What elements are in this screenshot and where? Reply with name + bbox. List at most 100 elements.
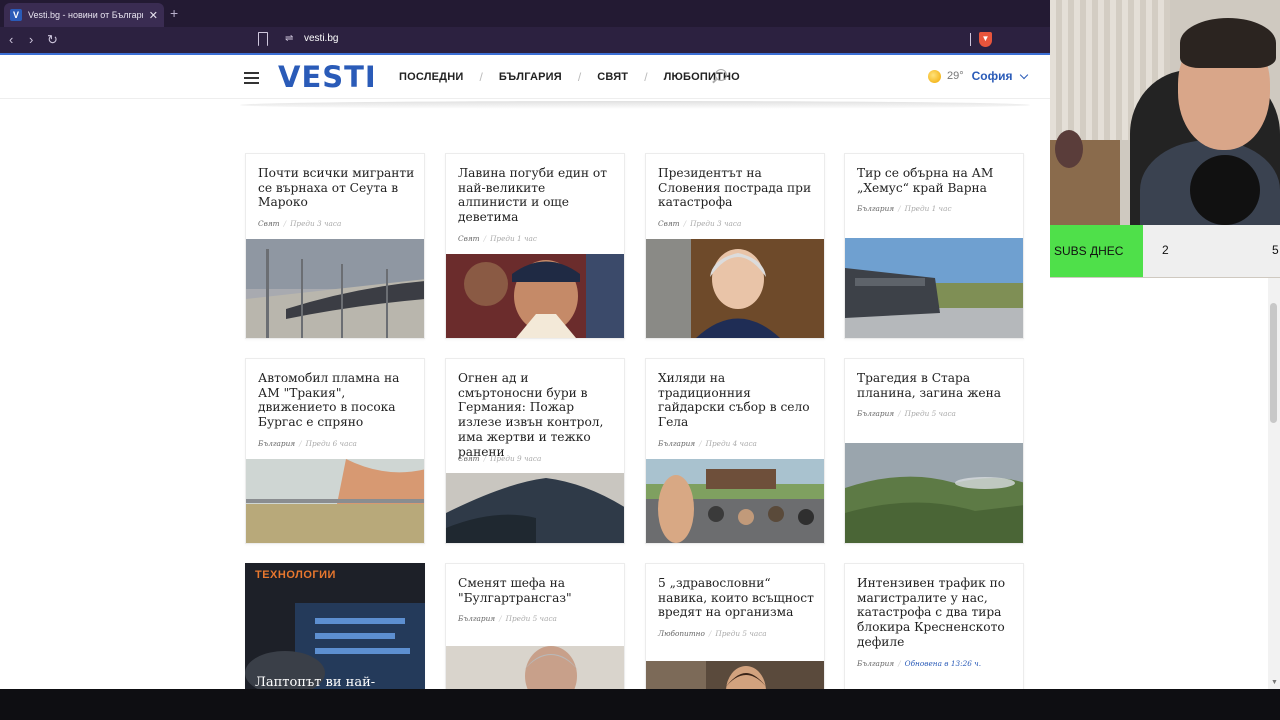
hamburger-menu-icon[interactable] xyxy=(244,72,259,84)
article-meta: България / Преди 4 часа xyxy=(658,439,757,448)
bookmark-icon[interactable] xyxy=(258,32,268,46)
main-nav: ПОСЛЕДНИ / БЪЛГАРИЯ / СВЯТ / ЛЮБОПИТНО xyxy=(399,70,740,84)
browser-tab-bar: V Vesti.bg - новини от България и ✕ + xyxy=(0,0,1050,27)
category-label: ТЕХНОЛОГИИ xyxy=(255,569,336,581)
article-card[interactable]: Тир се обърна на АМ „Хемус“ край Варна Б… xyxy=(844,153,1024,339)
article-meta: Свят / Преди 3 часа xyxy=(658,219,742,228)
article-time: Преди 4 часа xyxy=(705,439,757,448)
nav-item-latest[interactable]: ПОСЛЕДНИ xyxy=(399,71,463,83)
browser-tab[interactable]: V Vesti.bg - новини от България и ✕ xyxy=(4,3,164,27)
article-meta: Свят / Преди 3 часа xyxy=(258,219,342,228)
article-category[interactable]: Любопитно xyxy=(658,629,705,638)
article-card[interactable]: 5 „здравословни“ навика, които всъщност … xyxy=(645,563,825,689)
article-card[interactable]: Почти всички мигранти се върнаха от Сеут… xyxy=(245,153,425,339)
article-card[interactable]: Сменят шефа на "Булгартрансгаз" България… xyxy=(445,563,625,689)
article-image[interactable] xyxy=(646,661,825,689)
nav-separator: / xyxy=(644,70,648,84)
nav-separator: / xyxy=(479,70,483,84)
article-card[interactable]: Трагедия в Стара планина, загина жена Бъ… xyxy=(844,358,1024,544)
article-category[interactable]: Свят xyxy=(258,219,280,228)
article-title[interactable]: Автомобил пламна на АМ "Тракия", движени… xyxy=(258,371,416,430)
article-card[interactable]: Интензивен трафик по магистралите у нас,… xyxy=(844,563,1024,689)
article-category[interactable]: България xyxy=(658,439,695,448)
article-time: Обновена в 13:26 ч. xyxy=(904,659,982,668)
article-image[interactable] xyxy=(446,646,625,689)
subs-label: SUBS ДНЕС xyxy=(1050,225,1143,277)
article-time: Преди 1 час xyxy=(904,204,952,213)
tab-title: Vesti.bg - новини от България и xyxy=(28,10,143,20)
nav-item-bulgaria[interactable]: БЪЛГАРИЯ xyxy=(499,71,562,83)
weather-widget[interactable]: 29° София xyxy=(928,69,1028,83)
article-card[interactable]: Огнен ад и смъртоносни бури в Германия: … xyxy=(445,358,625,544)
article-category[interactable]: Свят xyxy=(458,234,480,243)
new-tab-button[interactable]: + xyxy=(170,5,178,21)
back-arrow-icon[interactable]: ‹ xyxy=(9,32,13,48)
article-meta: България / Преди 5 часа xyxy=(458,614,557,623)
temperature: 29° xyxy=(947,70,964,82)
article-category[interactable]: Свят xyxy=(658,219,680,228)
city-selector[interactable]: София xyxy=(972,69,1013,83)
article-image[interactable] xyxy=(845,443,1024,543)
forward-arrow-icon[interactable]: › xyxy=(29,32,33,48)
article-image[interactable] xyxy=(245,563,425,689)
article-image[interactable] xyxy=(845,238,1024,338)
subs-counter: SUBS ДНЕС 2 5 xyxy=(1050,225,1280,277)
article-title[interactable]: Огнен ад и смъртоносни бури в Германия: … xyxy=(458,371,616,459)
address-bar-url[interactable]: vesti.bg xyxy=(304,33,338,44)
browser-toolbar: ‹ › ↻ ⇌ vesti.bg ▼ xyxy=(0,27,1050,53)
article-title[interactable]: Хиляди на традиционния гайдарски събор в… xyxy=(658,371,816,430)
article-image[interactable] xyxy=(446,473,625,543)
article-card[interactable]: Лавина погуби един от най-великите алпин… xyxy=(445,153,625,339)
article-time: Преди 9 часа xyxy=(490,454,542,463)
article-meta: България / Обновена в 13:26 ч. xyxy=(857,659,982,668)
chevron-down-icon[interactable] xyxy=(1019,70,1028,79)
article-image[interactable] xyxy=(646,459,825,543)
brave-shield-icon[interactable]: ▼ xyxy=(979,32,992,47)
article-title[interactable]: Сменят шефа на "Булгартрансгаз" xyxy=(458,576,616,605)
article-category[interactable]: България xyxy=(857,659,894,668)
article-time: Преди 5 часа xyxy=(715,629,767,638)
article-meta: България / Преди 6 часа xyxy=(258,439,357,448)
article-title[interactable]: Тир се обърна на АМ „Хемус“ край Варна xyxy=(857,166,1015,195)
header-shadow xyxy=(240,101,1030,109)
article-category[interactable]: България xyxy=(857,409,894,418)
article-title[interactable]: Лавина погуби един от най-великите алпин… xyxy=(458,166,616,225)
article-image[interactable] xyxy=(446,254,625,338)
article-card-technology[interactable]: ТЕХНОЛОГИИ Лаптопът ви най- xyxy=(245,563,425,689)
bottom-bar xyxy=(0,689,1280,720)
site-info-icon[interactable]: ⇌ xyxy=(285,33,293,44)
subs-value: 5 xyxy=(1272,243,1279,257)
article-card[interactable]: Автомобил пламна на АМ "Тракия", движени… xyxy=(245,358,425,544)
nav-item-world[interactable]: СВЯТ xyxy=(597,71,628,83)
article-meta: Свят / Преди 9 часа xyxy=(458,454,542,463)
article-category[interactable]: България xyxy=(258,439,295,448)
microphone-icon xyxy=(1190,155,1260,225)
article-title[interactable]: Лаптопът ви най- xyxy=(255,675,375,689)
article-category[interactable]: България xyxy=(458,614,495,623)
article-title[interactable]: 5 „здравословни“ навика, които всъщност … xyxy=(658,576,816,620)
site-logo[interactable]: VESTI xyxy=(278,60,377,94)
article-image[interactable] xyxy=(646,239,825,338)
vesti-favicon-icon: V xyxy=(10,9,22,21)
article-image[interactable] xyxy=(246,239,425,338)
article-card[interactable]: Хиляди на традиционния гайдарски събор в… xyxy=(645,358,825,544)
article-title[interactable]: Интензивен трафик по магистралите у нас,… xyxy=(857,576,1015,650)
article-time: Преди 5 часа xyxy=(904,409,956,418)
scrollbar-thumb[interactable] xyxy=(1270,303,1277,423)
article-time: Преди 3 часа xyxy=(690,219,742,228)
article-image[interactable] xyxy=(246,459,425,543)
scroll-down-arrow-icon[interactable]: ▼ xyxy=(1271,679,1278,686)
reload-icon[interactable]: ↻ xyxy=(47,32,58,48)
close-icon[interactable]: ✕ xyxy=(149,9,158,22)
article-title[interactable]: Почти всички мигранти се върнаха от Сеут… xyxy=(258,166,416,210)
article-card[interactable]: Президентът на Словения пострада при кат… xyxy=(645,153,825,339)
article-title[interactable]: Трагедия в Стара планина, загина жена xyxy=(857,371,1015,400)
article-title[interactable]: Президентът на Словения пострада при кат… xyxy=(658,166,816,210)
article-meta: Любопитно / Преди 5 часа xyxy=(658,629,767,638)
article-time: Преди 1 час xyxy=(490,234,537,243)
article-category[interactable]: България xyxy=(857,204,894,213)
article-category[interactable]: Свят xyxy=(458,454,480,463)
article-time: Преди 6 часа xyxy=(305,439,357,448)
search-icon[interactable] xyxy=(715,69,727,81)
nav-item-curious[interactable]: ЛЮБОПИТНО xyxy=(664,71,740,83)
